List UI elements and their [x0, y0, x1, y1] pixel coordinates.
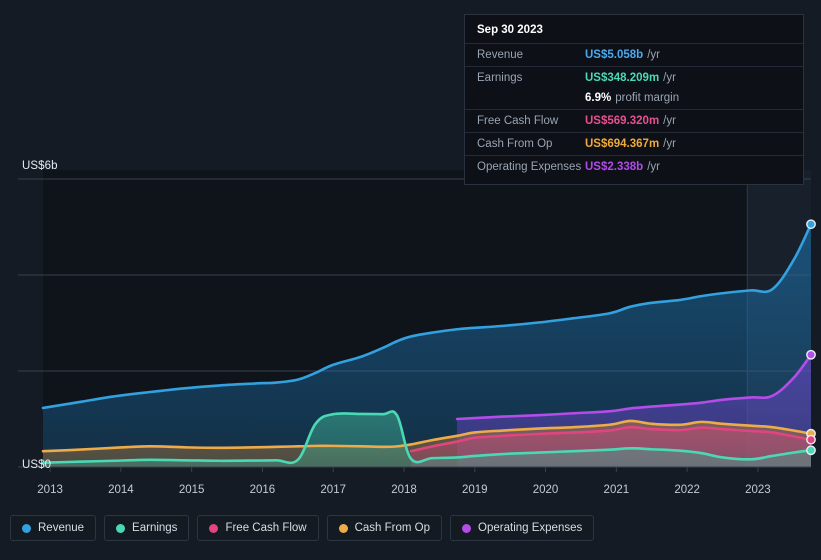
- data-tooltip: Sep 30 2023 Revenue US$5.058b/yr Earnings U…: [464, 14, 804, 185]
- tooltip-row-value: US$2.338b: [585, 161, 644, 173]
- x-axis-tick: 2013: [37, 484, 63, 496]
- tooltip-row-unit: /yr: [647, 161, 660, 173]
- tooltip-row-value-wrap: US$348.209m/yr: [585, 71, 676, 85]
- tooltip-row-label: Earnings: [477, 72, 523, 84]
- tooltip-row-value: US$569.320m: [585, 115, 660, 127]
- tooltip-row: 6.9% profit margin: [465, 89, 803, 109]
- tooltip-title: Sep 30 2023: [477, 24, 543, 36]
- tooltip-row-unit: profit margin: [615, 92, 680, 104]
- legend-label: Operating Expenses: [478, 522, 583, 534]
- legend-label: Cash From Op: [354, 522, 431, 534]
- tooltip-row-unit: /yr: [663, 138, 676, 150]
- legend-color-dot: [22, 523, 31, 533]
- x-axis-tick: 2021: [603, 484, 630, 496]
- y-axis-top-label: US$6b: [22, 160, 58, 172]
- x-axis-tick: 2015: [178, 484, 205, 496]
- tooltip-row-unit: /yr: [647, 49, 660, 61]
- tooltip-row-value-wrap: US$694.367m/yr: [585, 137, 676, 151]
- chart-legend[interactable]: Revenue Earnings Free Cash Flow Cash From O…: [10, 515, 595, 541]
- tooltip-row-value: US$348.209m: [585, 72, 660, 84]
- tooltip-row-value-wrap: US$5.058b/yr: [585, 48, 660, 62]
- legend-label: Revenue: [38, 522, 85, 534]
- tooltip-row-value-wrap: 6.9% profit margin: [585, 91, 679, 105]
- tooltip-row-label: Free Cash Flow: [477, 115, 559, 127]
- tooltip-row-value-wrap: US$569.320m/yr: [585, 114, 676, 128]
- tooltip-row-unit: /yr: [663, 72, 676, 84]
- y-axis-zero-label: US$0: [22, 459, 52, 471]
- legend-item-operating-expenses[interactable]: Operating Expenses: [450, 515, 595, 541]
- legend-item-earnings[interactable]: Earnings: [104, 515, 190, 541]
- legend-item-free-cash-flow[interactable]: Free Cash Flow: [197, 515, 319, 541]
- legend-color-dot: [116, 523, 126, 533]
- financial-chart: US$6b US$0 2013 2014 2015 2016 2017 2018 2019 2…: [0, 0, 821, 560]
- tooltip-row-value: US$5.058b: [585, 49, 644, 61]
- x-axis-tick: 2023: [745, 484, 771, 496]
- legend-item-cash-from-op[interactable]: Cash From Op: [326, 515, 443, 541]
- tooltip-row: Cash From Op US$694.367m/yr: [465, 132, 803, 155]
- tooltip-row: Revenue US$5.058b/yr: [465, 43, 803, 66]
- tooltip-row-value: 6.9%: [585, 92, 612, 104]
- tooltip-row-label: Operating Expenses: [477, 161, 582, 173]
- legend-label: Free Cash Flow: [225, 522, 307, 534]
- endpoint-marker-earnings: [806, 445, 816, 456]
- endpoint-marker-operating-expenses: [806, 349, 816, 360]
- tooltip-row-value-wrap: US$2.338b/yr: [585, 160, 660, 174]
- x-axis-tick: 2022: [674, 484, 700, 496]
- tooltip-row: Free Cash Flow US$569.320m/yr: [465, 109, 803, 132]
- x-axis-tick: 2017: [320, 484, 346, 496]
- tooltip-row-unit: /yr: [663, 115, 676, 127]
- tooltip-rows: Revenue US$5.058b/yr Earnings US$348.209m/y…: [465, 43, 803, 178]
- tooltip-row-value: US$694.367m: [585, 138, 660, 150]
- legend-color-dot: [462, 523, 472, 533]
- x-axis-tick: 2016: [249, 484, 276, 496]
- x-axis-tick: 2014: [108, 484, 134, 496]
- tooltip-row: Earnings US$348.209m/yr: [465, 66, 803, 89]
- x-axis-tick: 2020: [532, 484, 559, 496]
- legend-item-revenue[interactable]: Revenue: [10, 515, 97, 541]
- endpoint-marker-revenue: [806, 219, 816, 230]
- tooltip-row-label: Cash From Op: [477, 138, 553, 150]
- x-axis-tick: 2019: [461, 484, 488, 496]
- tooltip-row-label: Revenue: [477, 49, 524, 61]
- tooltip-row: Operating Expenses US$2.338b/yr: [465, 155, 803, 178]
- legend-color-dot: [338, 523, 348, 533]
- x-axis-tick: 2018: [391, 484, 417, 496]
- legend-label: Earnings: [132, 522, 178, 534]
- endpoint-marker-free-cash-flow: [806, 434, 816, 445]
- legend-color-dot: [209, 523, 219, 533]
